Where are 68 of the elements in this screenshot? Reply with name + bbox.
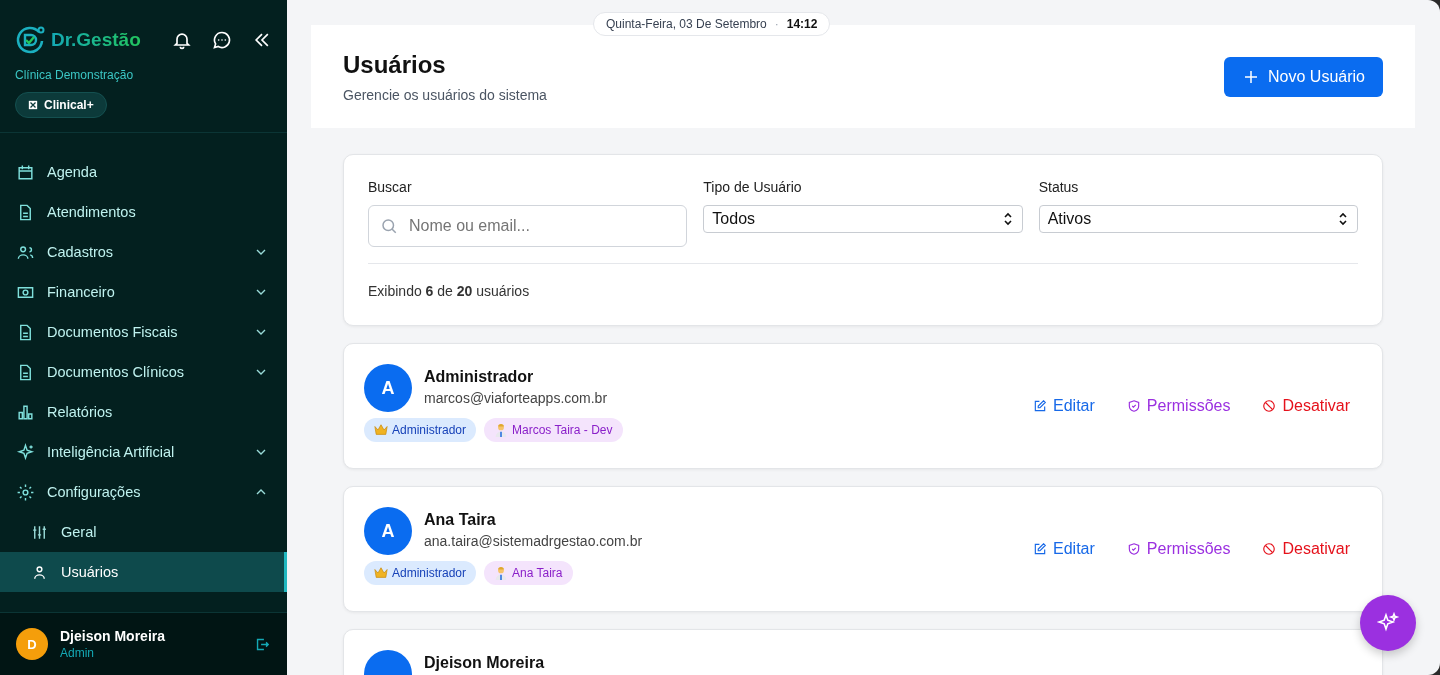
profile-tag: Ana Taira xyxy=(484,561,573,585)
clinic-name: Clínica Demonstração xyxy=(15,68,135,82)
select-arrows-icon xyxy=(1001,211,1014,227)
nav-item[interactable]: Documentos Fiscais xyxy=(0,312,287,352)
user-email: marcos@viaforteapps.com.br xyxy=(424,390,608,406)
nav-item[interactable]: Cadastros xyxy=(0,232,287,272)
user-name: Djeison Moreira xyxy=(60,628,167,644)
status-select[interactable]: Ativos xyxy=(1038,205,1358,233)
role-tag: Administrador xyxy=(364,418,477,442)
person-icon xyxy=(494,566,509,580)
chat-icon[interactable] xyxy=(212,30,232,50)
nav-item[interactable]: Atendimentos xyxy=(0,192,287,232)
user-email: ana.taira@sistemadrgestao.com.br xyxy=(424,533,643,549)
date-text: Quinta-Feira, 03 De Setembro xyxy=(606,17,767,31)
type-select[interactable]: Todos xyxy=(703,205,1023,233)
nav-item[interactable]: Documentos Clínicos xyxy=(0,352,287,392)
nav-item[interactable]: Agenda xyxy=(0,152,287,192)
shield-icon xyxy=(1126,399,1141,413)
user-role: Admin xyxy=(60,646,95,660)
nav-icon xyxy=(16,402,35,422)
separator-dot: · xyxy=(774,17,779,31)
search-icon xyxy=(380,217,398,235)
nav-item[interactable]: Financeiro xyxy=(0,272,287,312)
shield-icon xyxy=(1126,542,1141,556)
nav-item[interactable]: Configurações xyxy=(0,472,287,512)
results-summary: Exibindo 6 de 20 usuários xyxy=(368,283,530,299)
edit-icon xyxy=(1033,542,1048,556)
ban-icon xyxy=(1262,399,1277,413)
nav-item[interactable]: Relatórios xyxy=(0,392,287,432)
permissions-link[interactable]: Permissões xyxy=(1126,540,1231,558)
field-label: Buscar xyxy=(368,179,413,195)
nav-icon xyxy=(16,482,35,502)
crown-icon xyxy=(374,423,388,437)
user-name: Ana Taira xyxy=(424,511,496,529)
select-arrows-icon xyxy=(1337,211,1349,227)
nav-subitem[interactable]: Usuários xyxy=(0,552,287,592)
nav-item[interactable]: Inteligência Artificial xyxy=(0,432,287,472)
user-avatar: D xyxy=(16,628,48,660)
field-label: Tipo de Usuário xyxy=(703,179,803,195)
plan-badge[interactable]: Clinical+ xyxy=(15,92,107,118)
ban-icon xyxy=(1262,542,1277,556)
nav-icon xyxy=(16,442,35,462)
search-field[interactable]: Nome ou email... xyxy=(368,205,688,247)
nav-subitem[interactable]: Geral xyxy=(0,512,287,552)
permissions-link[interactable]: Permissões xyxy=(1126,397,1231,415)
crown-icon xyxy=(374,566,388,580)
edit-icon xyxy=(1033,399,1048,413)
ai-assistant-button[interactable] xyxy=(1360,595,1416,651)
role-tag: Administrador xyxy=(364,561,477,585)
nav-icon xyxy=(16,162,35,182)
edit-link[interactable]: Editar xyxy=(1033,540,1095,558)
page-subtitle: Gerencie os usuários do sistema xyxy=(343,86,547,103)
user-avatar: A xyxy=(364,507,412,555)
field-label: Status xyxy=(1038,179,1080,195)
profile-tag: Marcos Taira - Dev xyxy=(484,418,623,442)
page-title: Usuários xyxy=(343,50,447,79)
time-text: 14:12 xyxy=(786,17,818,31)
new-user-button[interactable]: Novo Usuário xyxy=(1224,56,1383,97)
edit-link[interactable]: Editar xyxy=(1033,397,1095,415)
logo-icon xyxy=(15,24,47,56)
deactivate-link[interactable]: Desativar xyxy=(1262,540,1350,558)
plan-icon xyxy=(28,100,38,110)
deactivate-link[interactable]: Desativar xyxy=(1262,397,1350,415)
user-name: Djeison Moreira xyxy=(424,654,545,672)
bell-icon[interactable] xyxy=(172,30,192,50)
person-icon xyxy=(494,423,509,437)
user-name: Administrador xyxy=(424,368,534,386)
user-avatar: A xyxy=(364,364,412,412)
